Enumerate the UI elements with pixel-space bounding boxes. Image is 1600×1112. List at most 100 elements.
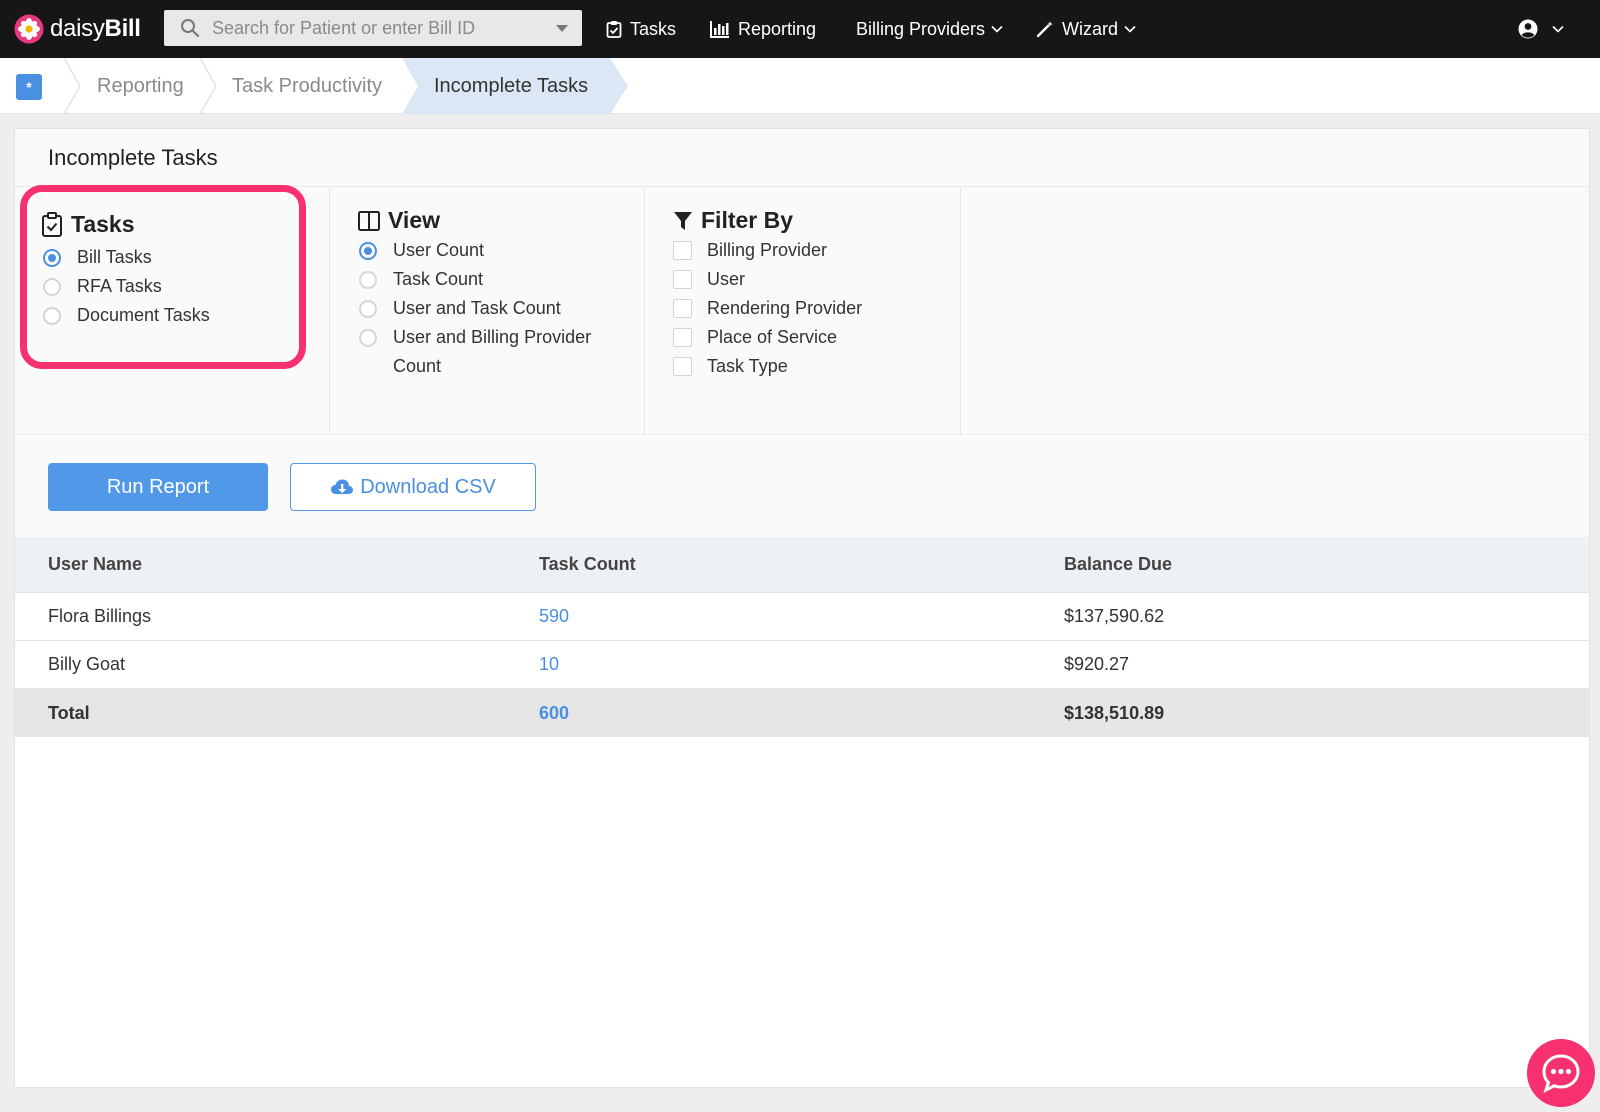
radio-user-and-billing-provider-count[interactable]: User and Billing Provider bbox=[359, 327, 591, 348]
report-panel: Incomplete Tasks Tasks Bill Tasks RFA Ta… bbox=[14, 128, 1590, 1088]
download-csv-button[interactable]: Download CSV bbox=[290, 463, 536, 511]
results-table: User Name Task Count Balance Due Flora B… bbox=[15, 537, 1589, 737]
chevron-down-icon bbox=[1552, 25, 1564, 33]
search-dropdown-caret[interactable] bbox=[556, 25, 568, 32]
chevron-down-icon bbox=[1124, 25, 1136, 33]
report-options: Tasks Bill Tasks RFA Tasks Document Task… bbox=[15, 185, 1589, 435]
checkbox[interactable] bbox=[673, 299, 692, 318]
cloud-download-icon bbox=[331, 479, 354, 494]
clipboard-check-icon bbox=[42, 211, 62, 237]
filter-options: Filter By Billing Provider User Renderin… bbox=[645, 187, 961, 435]
radio-button[interactable] bbox=[359, 270, 377, 289]
radio-button[interactable] bbox=[43, 306, 61, 325]
brand-name: daisyBill bbox=[50, 15, 141, 42]
total-task-count-link[interactable]: 600 bbox=[539, 689, 569, 737]
nav-billing-providers-label: Billing Providers bbox=[856, 18, 986, 39]
radio-user-count[interactable]: User Count bbox=[359, 240, 484, 261]
column-header-balance-due[interactable]: Balance Due bbox=[1064, 537, 1172, 592]
radio-user-and-task-count[interactable]: User and Task Count bbox=[359, 298, 561, 319]
daisy-flower-icon bbox=[14, 14, 44, 44]
view-options: View User Count Task Count User and Task… bbox=[330, 187, 645, 435]
tasks-heading: Tasks bbox=[41, 211, 135, 238]
checkbox-label: Rendering Provider bbox=[707, 298, 863, 318]
tasks-options: Tasks Bill Tasks RFA Tasks Document Task… bbox=[15, 185, 330, 435]
nav-reporting-label: Reporting bbox=[738, 18, 817, 39]
balance-due-cell: $137,590.62 bbox=[1064, 606, 1165, 626]
search-input[interactable] bbox=[212, 17, 552, 39]
radio-label: RFA Tasks bbox=[77, 276, 162, 296]
radio-document-tasks[interactable]: Document Tasks bbox=[43, 305, 210, 326]
radio-task-count[interactable]: Task Count bbox=[359, 269, 483, 290]
user-circle-icon bbox=[1518, 19, 1538, 39]
search-icon bbox=[181, 19, 200, 38]
radio-label: User Count bbox=[393, 240, 485, 260]
radio-rfa-tasks[interactable]: RFA Tasks bbox=[43, 276, 162, 297]
chat-bubble-icon bbox=[1542, 1054, 1580, 1093]
user-name-cell: Flora Billings bbox=[48, 606, 152, 626]
panel-header: Incomplete Tasks bbox=[15, 129, 1589, 187]
nav-tasks[interactable]: Tasks bbox=[606, 16, 676, 42]
breadcrumb-separator bbox=[64, 58, 80, 114]
report-actions: Run Report Download CSV bbox=[15, 435, 1589, 537]
checkbox[interactable] bbox=[673, 357, 692, 376]
page-title: Incomplete Tasks bbox=[48, 145, 218, 170]
view-heading: View bbox=[358, 207, 440, 234]
magic-wand-icon bbox=[1036, 21, 1053, 38]
download-csv-label: Download CSV bbox=[360, 475, 496, 498]
checkbox-user[interactable]: User bbox=[673, 269, 745, 290]
patient-search[interactable] bbox=[164, 10, 582, 46]
checkbox-task-type[interactable]: Task Type bbox=[673, 356, 788, 377]
radio-button[interactable] bbox=[359, 328, 377, 347]
checkbox[interactable] bbox=[673, 270, 692, 289]
radio-label-continued: Count bbox=[393, 356, 442, 376]
checkbox-rendering-provider[interactable]: Rendering Provider bbox=[673, 298, 862, 319]
run-report-button[interactable]: Run Report bbox=[48, 463, 268, 511]
column-header-task-count[interactable]: Task Count bbox=[539, 537, 636, 592]
top-navbar: daisyBill Tasks Reporting Billing Provid… bbox=[0, 0, 1600, 58]
radio-label: Document Tasks bbox=[77, 305, 210, 325]
table-header-row: User Name Task Count Balance Due bbox=[15, 537, 1589, 593]
checkbox-place-of-service[interactable]: Place of Service bbox=[673, 327, 837, 348]
radio-button[interactable] bbox=[359, 241, 377, 260]
total-balance-due: $138,510.89 bbox=[1064, 702, 1165, 723]
home-icon[interactable]: * bbox=[16, 74, 42, 100]
radio-button[interactable] bbox=[43, 248, 61, 267]
task-count-link[interactable]: 590 bbox=[539, 593, 569, 640]
checkbox-label: User bbox=[707, 269, 746, 289]
table-row: Flora Billings 590 $137,590.62 bbox=[15, 593, 1589, 641]
checkbox-billing-provider[interactable]: Billing Provider bbox=[673, 240, 827, 261]
radio-label: User and Task Count bbox=[393, 298, 561, 318]
nav-wizard[interactable]: Wizard bbox=[1036, 16, 1136, 42]
table-row: Billy Goat 10 $920.27 bbox=[15, 641, 1589, 689]
checkbox-label: Billing Provider bbox=[707, 240, 828, 260]
radio-button[interactable] bbox=[359, 299, 377, 318]
breadcrumb-incomplete-tasks: Incomplete Tasks bbox=[434, 74, 589, 97]
checkbox-label: Place of Service bbox=[707, 327, 838, 347]
daisybill-logo[interactable]: daisyBill bbox=[14, 12, 141, 46]
breadcrumb-reporting[interactable]: Reporting bbox=[97, 58, 184, 114]
checkbox[interactable] bbox=[673, 241, 692, 260]
columns-icon bbox=[358, 210, 380, 231]
nav-reporting[interactable]: Reporting bbox=[710, 16, 816, 42]
checkbox[interactable] bbox=[673, 328, 692, 347]
chat-widget-button[interactable] bbox=[1527, 1039, 1595, 1107]
table-total-row: Total 600 $138,510.89 bbox=[15, 689, 1589, 737]
nav-billing-providers[interactable]: Billing Providers bbox=[856, 16, 1003, 42]
filter-heading: Filter By bbox=[673, 207, 793, 234]
user-account-menu[interactable] bbox=[1518, 16, 1564, 42]
radio-label: Bill Tasks bbox=[77, 247, 152, 267]
breadcrumb-separator bbox=[200, 58, 216, 114]
user-name-cell: Billy Goat bbox=[48, 654, 126, 674]
view-heading-label: View bbox=[388, 207, 440, 233]
filter-heading-label: Filter By bbox=[701, 207, 794, 233]
column-header-user-name[interactable]: User Name bbox=[48, 537, 142, 592]
chevron-down-icon bbox=[991, 25, 1003, 33]
breadcrumb-task-productivity[interactable]: Task Productivity bbox=[232, 58, 382, 114]
task-count-link[interactable]: 10 bbox=[539, 641, 559, 688]
funnel-filter-icon bbox=[674, 211, 692, 230]
radio-bill-tasks[interactable]: Bill Tasks bbox=[43, 247, 152, 268]
radio-button[interactable] bbox=[43, 277, 61, 296]
tasks-heading-label: Tasks bbox=[71, 211, 135, 237]
breadcrumb: * Reporting Task Productivity Incomplete… bbox=[0, 58, 1600, 114]
bar-chart-icon bbox=[710, 21, 729, 38]
